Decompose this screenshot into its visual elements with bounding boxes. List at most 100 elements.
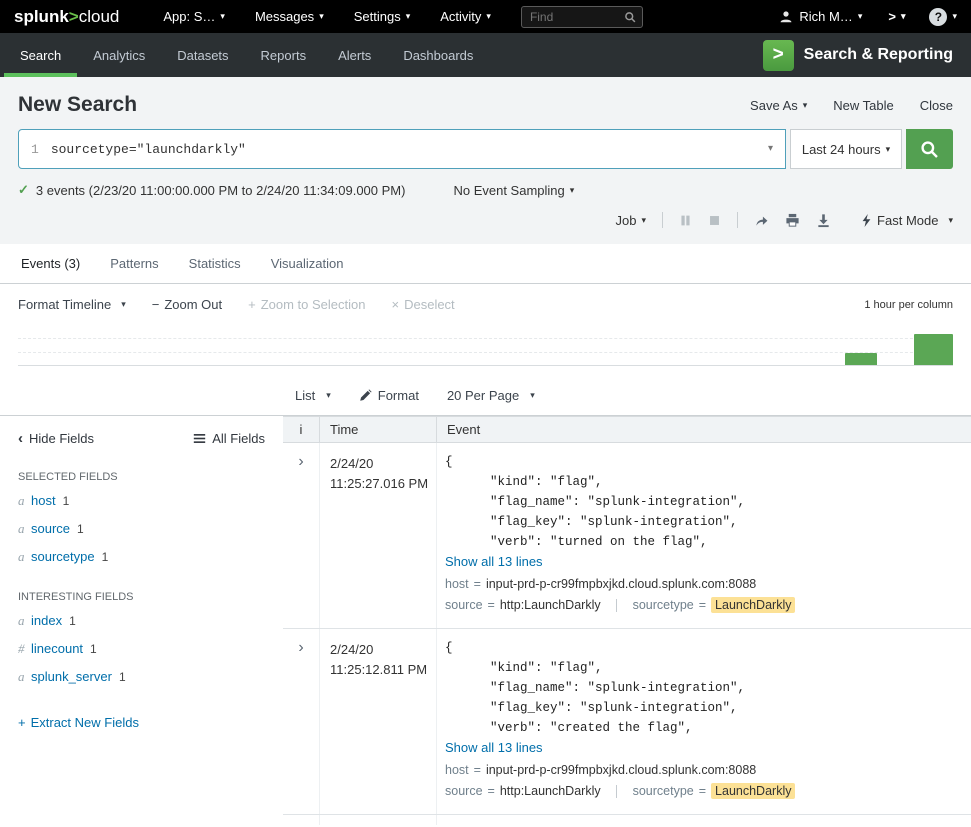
pause-icon: [679, 214, 692, 227]
expand-event-chevron-icon[interactable]: [298, 639, 303, 656]
format-results-label: Format: [378, 388, 419, 403]
per-page-label: 20 Per Page: [447, 388, 519, 403]
hide-fields-link[interactable]: Hide Fields: [18, 430, 94, 447]
user-menu[interactable]: Rich M…: [779, 9, 862, 24]
share-icon: [754, 213, 769, 228]
field-source[interactable]: asource 1: [18, 519, 265, 539]
messages-label: Messages: [255, 9, 314, 24]
field-link[interactable]: source: [31, 519, 70, 538]
caret-down-icon: [326, 391, 331, 400]
sourcetype-field-value[interactable]: LaunchDarkly: [711, 597, 795, 613]
list-view-menu[interactable]: List: [295, 388, 331, 403]
extract-new-fields-link[interactable]: Extract New Fields: [18, 715, 265, 730]
nav-item-alerts[interactable]: Alerts: [322, 33, 387, 77]
job-label: Job: [616, 213, 637, 228]
show-all-lines-link[interactable]: Show all 13 lines: [445, 738, 543, 758]
stop-button[interactable]: [708, 214, 721, 227]
caret-down-icon: [530, 391, 535, 400]
source-field-value[interactable]: http:LaunchDarkly: [500, 598, 601, 612]
event-raw-text[interactable]: { "kind": "flag", "flag_name": "splunk-i…: [445, 452, 961, 552]
new-table-button[interactable]: New Table: [833, 98, 893, 113]
timeline-bar[interactable]: [845, 353, 877, 365]
nav-item-analytics[interactable]: Analytics: [77, 33, 161, 77]
caret-down-icon: [121, 300, 126, 309]
settings-label: Settings: [354, 9, 401, 24]
host-field-value[interactable]: input-prd-p-cr99fmpbxjkd.cloud.splunk.co…: [486, 577, 756, 591]
field-link[interactable]: sourcetype: [31, 547, 95, 566]
field-count: 1: [77, 520, 84, 539]
divider: [662, 212, 663, 228]
field-type: a: [18, 667, 31, 686]
divider: [616, 785, 617, 798]
download-button[interactable]: [816, 213, 831, 228]
show-all-lines-link[interactable]: Show all 13 lines: [445, 552, 543, 572]
field-link[interactable]: host: [31, 491, 56, 510]
all-fields-label: All Fields: [212, 431, 265, 446]
search-mode-menu[interactable]: Fast Mode: [861, 213, 953, 228]
format-timeline-menu[interactable]: Format Timeline: [18, 297, 126, 312]
nav-item-datasets[interactable]: Datasets: [161, 33, 244, 77]
event-row: 2/24/20: [283, 815, 971, 825]
user-name: Rich M…: [799, 9, 852, 24]
host-field-value[interactable]: input-prd-p-cr99fmpbxjkd.cloud.splunk.co…: [486, 763, 756, 777]
settings-menu[interactable]: Settings: [354, 9, 411, 24]
find-input[interactable]: [528, 9, 624, 25]
field-link[interactable]: index: [31, 611, 62, 630]
messages-menu[interactable]: Messages: [255, 9, 324, 24]
expand-event-chevron-icon[interactable]: [298, 453, 303, 470]
pause-button[interactable]: [679, 214, 692, 227]
search-expand-caret-icon[interactable]: [768, 144, 773, 154]
source-field-value[interactable]: http:LaunchDarkly: [500, 784, 601, 798]
plus-icon: [248, 297, 256, 312]
search-query-bar[interactable]: 1: [18, 129, 786, 169]
format-results-menu[interactable]: Format: [359, 388, 419, 403]
nav-item-reports[interactable]: Reports: [245, 33, 323, 77]
field-count: 1: [63, 492, 70, 511]
save-as-menu[interactable]: Save As: [750, 98, 807, 113]
splunk-cloud-logo[interactable]: splunk>cloud: [14, 7, 119, 27]
zoom-to-selection-button[interactable]: Zoom to Selection: [248, 297, 365, 312]
field-link[interactable]: splunk_server: [31, 667, 112, 686]
field-index[interactable]: aindex1: [18, 611, 265, 631]
job-menu[interactable]: Job: [616, 213, 647, 228]
activity-menu[interactable]: Activity: [440, 9, 491, 24]
time-range-picker[interactable]: Last 24 hours: [790, 129, 902, 169]
help-menu[interactable]: ?: [929, 8, 957, 26]
support-menu[interactable]: >: [888, 9, 905, 24]
per-page-menu[interactable]: 20 Per Page: [447, 388, 535, 403]
caret-down-icon: [319, 12, 324, 21]
list-icon: [193, 432, 206, 445]
field-linecount[interactable]: #linecount1: [18, 639, 265, 659]
tab-statistics[interactable]: Statistics: [174, 244, 256, 283]
tab-patterns[interactable]: Patterns: [95, 244, 173, 283]
share-button[interactable]: [754, 213, 769, 228]
sourcetype-field-value[interactable]: LaunchDarkly: [711, 783, 795, 799]
find-search-box[interactable]: [521, 6, 643, 28]
format-timeline-label: Format Timeline: [18, 297, 111, 312]
nav-item-search[interactable]: Search: [4, 33, 77, 77]
print-button[interactable]: [785, 213, 800, 228]
search-query-input[interactable]: [49, 141, 756, 158]
close-button[interactable]: Close: [920, 98, 953, 113]
event-time: 2/24/20: [320, 815, 437, 825]
deselect-button[interactable]: Deselect: [392, 297, 455, 312]
timeline-bar[interactable]: [914, 334, 953, 365]
search-button[interactable]: [906, 129, 953, 169]
zoom-out-button[interactable]: Zoom Out: [152, 297, 222, 312]
event-sampling-menu[interactable]: No Event Sampling: [453, 183, 574, 198]
field-link[interactable]: linecount: [31, 639, 83, 658]
app-menu[interactable]: App: S…: [163, 9, 225, 24]
chevron-left-icon: [18, 430, 23, 447]
all-fields-link[interactable]: All Fields: [193, 431, 265, 446]
timeline-chart[interactable]: [18, 322, 953, 366]
nav-item-dashboards[interactable]: Dashboards: [387, 33, 489, 77]
support-chevron: >: [888, 9, 896, 24]
tab-events[interactable]: Events (3): [6, 244, 95, 283]
field-type: a: [18, 519, 31, 538]
lightning-bolt-icon: [861, 214, 872, 227]
event-raw-text[interactable]: { "kind": "flag", "flag_name": "splunk-i…: [445, 638, 961, 738]
field-sourcetype[interactable]: asourcetype1: [18, 547, 265, 567]
tab-visualization[interactable]: Visualization: [256, 244, 359, 283]
field-host[interactable]: ahost1: [18, 491, 265, 511]
field-splunk-server[interactable]: asplunk_server1: [18, 667, 265, 687]
